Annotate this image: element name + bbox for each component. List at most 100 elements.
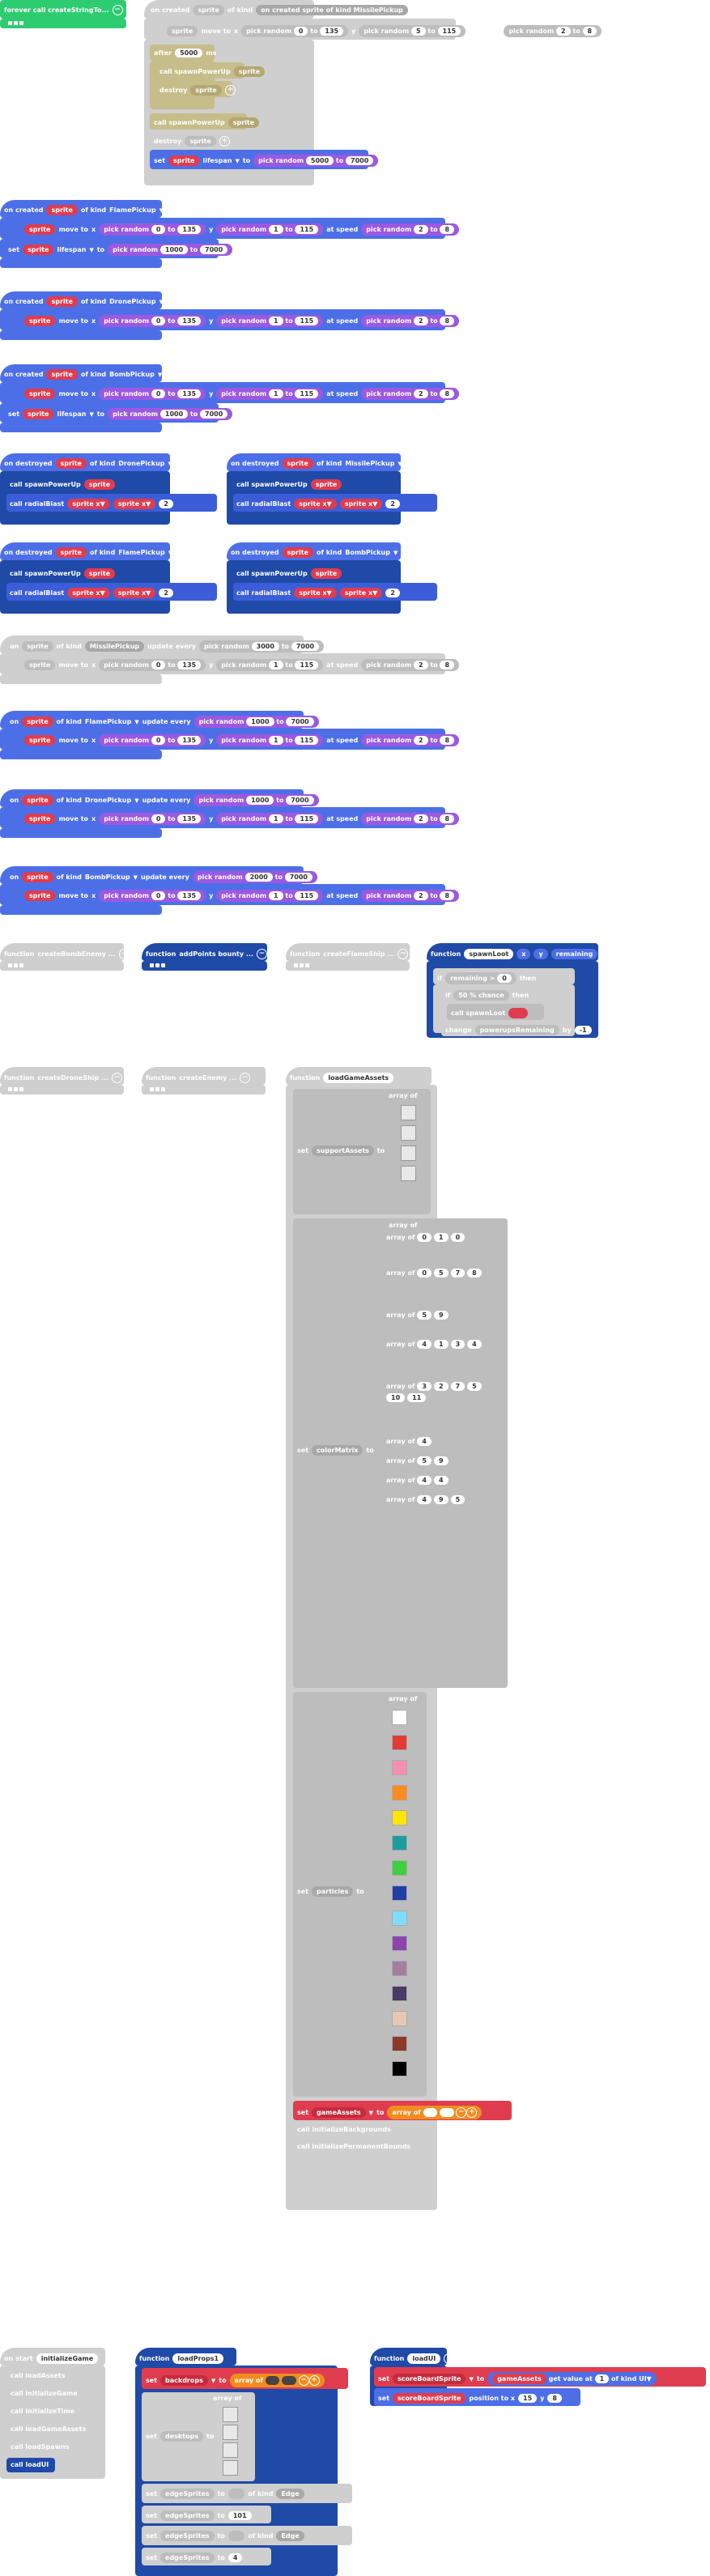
destroyed-missile-hat[interactable]: on destroyed sprite of kind MissilePickup ▼ (227, 453, 402, 471)
matrix-value[interactable]: 2 (434, 1382, 449, 1391)
matrix-value[interactable]: 9 (434, 1495, 449, 1504)
matrix-row[interactable]: array of 3 2 7 5 10 11 (386, 1382, 500, 1402)
matrix-row[interactable]: array of 5 9 (386, 1456, 449, 1465)
matrix-value[interactable]: 4 (417, 1437, 432, 1446)
matrix-value[interactable]: 0 (417, 1269, 432, 1277)
on-start-block[interactable]: on start initializeGame (0, 2348, 105, 2366)
asset-thumb[interactable] (401, 1146, 416, 1161)
destroyed-drone-hat[interactable]: on destroyed sprite of kind DronePickup ▼ (0, 453, 172, 471)
matrix-value[interactable]: 4 (417, 1495, 432, 1504)
set-edgeSprites-y[interactable]: set edgeSprites to 4 (142, 2548, 271, 2565)
update-missile-move[interactable]: sprite move to x pick random 0 to 135 y pi… (0, 653, 474, 674)
update-drone-hat[interactable]: on sprite of kind DronePickup ▼ update every p… (0, 789, 333, 807)
matrix-value[interactable]: 9 (434, 1311, 449, 1320)
bomb-lifespan[interactable]: set sprite lifespan ▼ to pick random 1000 to … (0, 403, 233, 423)
matrix-value[interactable]: 8 (467, 1269, 482, 1277)
forever-block[interactable]: forever call createStringTo... − (0, 0, 126, 19)
color-swatch[interactable] (392, 1835, 407, 1851)
destroy-row[interactable]: destroy sprite + (150, 132, 230, 148)
color-swatch[interactable] (392, 2011, 407, 2026)
matrix-value[interactable]: 4 (417, 1340, 432, 1349)
ellipsis-icon[interactable] (8, 21, 23, 25)
flame-move[interactable]: sprite move to x pick random 0 to 135 y pi… (0, 218, 474, 239)
matrix-value[interactable]: 5 (450, 1495, 466, 1504)
matrix-value[interactable]: 5 (417, 1311, 432, 1320)
fn-createFlameShip[interactable]: function createFlameShip ... − (286, 943, 410, 961)
matrix-value[interactable]: 1 (434, 1340, 449, 1349)
call-radial-row-2[interactable]: call radialBlast sprite x ▼ sprite x ▼ 2 (233, 494, 437, 512)
bomb-move[interactable]: sprite move to x pick random 0 to 135 y pi… (0, 382, 474, 403)
start-call[interactable]: call loadSpawns (6, 2440, 100, 2455)
matrix-row[interactable]: array of 4 1 3 4 (386, 1340, 500, 1349)
set-particles[interactable]: set particles to array of (293, 1692, 427, 2097)
set-edgeSprites-2[interactable]: set edgeSprites to of kind Edge (142, 2526, 352, 2545)
set-gameAssets[interactable]: set gameAssets ▼ to array of − + (293, 2101, 512, 2120)
start-call[interactable]: call initializeTime (6, 2404, 100, 2419)
change-powerups[interactable]: change powerupsRemaining by -1 (441, 1022, 592, 1036)
matrix-row[interactable]: array of 4 9 5 (386, 1495, 466, 1504)
color-swatch[interactable] (392, 1986, 407, 2001)
drone-move[interactable]: sprite move to x pick random 0 to 135 y pi… (0, 309, 474, 330)
asset-thumb[interactable] (401, 1166, 416, 1181)
start-call[interactable]: call loadAssets (6, 2369, 100, 2383)
fn-createBombEnemy[interactable]: function createBombEnemy ... − (0, 943, 130, 961)
update-flame-hat[interactable]: on sprite of kind FlamePickup ▼ update every p… (0, 711, 333, 729)
matrix-value[interactable]: 3 (450, 1340, 466, 1349)
color-swatch[interactable] (392, 2061, 407, 2077)
set-colorMatrix[interactable]: set colorMatrix to array of array of 0 1 0 arr… (293, 1218, 508, 1688)
destroyed-flame-hat[interactable]: on destroyed sprite of kind FlamePickup ▼ (0, 542, 172, 560)
color-swatch[interactable] (392, 1785, 407, 1800)
fn-spawnLoot[interactable]: function spawnLoot x y remaining − (427, 943, 612, 961)
color-swatch[interactable] (392, 1810, 407, 1826)
color-swatch[interactable] (392, 1860, 407, 1876)
bomb-hat[interactable]: on created sprite of kind BombPickup ▼ (0, 364, 162, 382)
color-swatch[interactable] (392, 1936, 407, 1951)
call-spawnLoot[interactable]: call spawnLoot (447, 1004, 544, 1020)
matrix-value[interactable]: 4 (467, 1340, 482, 1349)
update-bomb-move[interactable]: sprite move to x pick random 0 to 135 y pi… (0, 884, 474, 905)
asset-thumb[interactable] (401, 1125, 416, 1141)
set-supportAssets[interactable]: set supportAssets to array of (293, 1089, 431, 1214)
matrix-value[interactable]: 7 (450, 1269, 466, 1277)
matrix-value[interactable]: 3 (417, 1382, 432, 1391)
fn-addPoints[interactable]: function addPoints bounty ... − (142, 943, 267, 961)
matrix-row[interactable]: array of 4 (386, 1437, 432, 1446)
after-block[interactable]: after 5000 ms (150, 45, 216, 61)
kind-dropdown[interactable]: on created sprite of kind MissilePickup (256, 5, 408, 15)
call-init-bounds[interactable]: call initializePermanentBounds (293, 2140, 410, 2154)
add-icon[interactable]: + (605, 26, 616, 36)
update-bomb-hat[interactable]: on sprite of kind BombPickup ▼ update every pi… (0, 866, 331, 884)
call-init-bg[interactable]: call initializeBackgrounds (293, 2123, 398, 2137)
set-backdrops[interactable]: set backdrops ▼ to array of − + (142, 2368, 348, 2389)
set-edgeSprites-1[interactable]: set edgeSprites to of kind Edge (142, 2484, 352, 2503)
set-scoreboard-position[interactable]: set scoreBoardSprite position to x 15 y 8 (374, 2388, 580, 2406)
collapse-icon[interactable]: − (112, 5, 123, 15)
matrix-value[interactable]: 0 (417, 1233, 432, 1242)
matrix-value[interactable]: 4 (417, 1476, 432, 1485)
missile-created-block[interactable]: on created sprite of kind on created spr… (144, 0, 408, 19)
matrix-row[interactable]: array of 4 4 (386, 1476, 449, 1485)
destroyed-bomb-hat[interactable]: on destroyed sprite of kind BombPickup ▼ (227, 542, 401, 560)
matrix-row[interactable]: array of 5 9 (386, 1311, 500, 1320)
fn-loadUI[interactable]: function loadUI − (370, 2348, 455, 2366)
matrix-value[interactable]: 7 (450, 1382, 466, 1391)
set-desktops[interactable]: set desktops to array of (142, 2392, 255, 2481)
matrix-value[interactable]: 4 (434, 1476, 449, 1485)
call-spawn[interactable]: call spawnPowerUp sprite (150, 113, 260, 130)
call-spawn-row[interactable]: call spawnPowerUp sprite (6, 475, 116, 491)
color-swatch[interactable] (392, 1885, 407, 1901)
call-radial-row-3[interactable]: call radialBlast sprite x ▼ sprite x ▼ 2 (6, 583, 217, 601)
update-flame-move[interactable]: sprite move to x pick random 0 to 135 y pi… (0, 729, 474, 750)
set-lifespan[interactable]: set sprite lifespan ▼ to pick random 5000… (150, 150, 379, 169)
matrix-value[interactable]: 1 (434, 1233, 449, 1242)
call-radial-row-4[interactable]: call radialBlast sprite x ▼ sprite x ▼ 2 (233, 583, 437, 601)
if-block[interactable]: if remaining > 0 then (433, 968, 575, 984)
set-edgeSprites-x[interactable]: set edgeSprites to 101 (142, 2506, 271, 2523)
update-drone-move[interactable]: sprite move to x pick random 0 to 135 y pi… (0, 807, 474, 828)
sprite-var[interactable]: sprite (193, 5, 224, 15)
matrix-value[interactable]: 11 (407, 1393, 427, 1402)
fn-createDroneShip[interactable]: function createDroneShip ... − (0, 1067, 124, 1085)
matrix-value[interactable]: 5 (434, 1269, 449, 1277)
color-swatch[interactable] (392, 2036, 407, 2051)
missile-move-row[interactable]: sprite move to x pick random 0 to 135 y p… (144, 19, 616, 40)
